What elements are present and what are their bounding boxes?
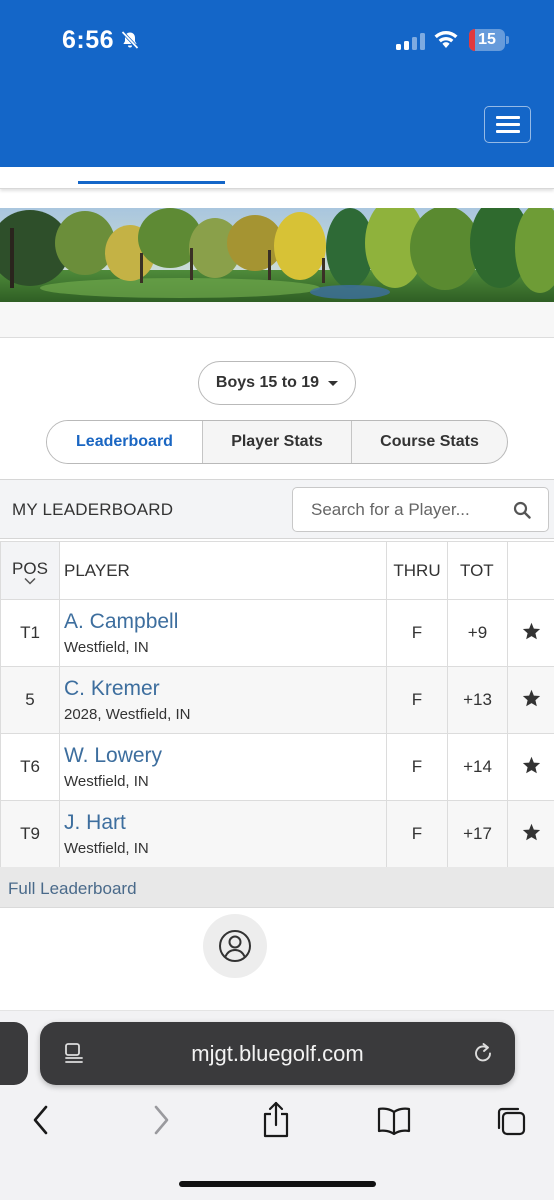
division-select[interactable]: Boys 15 to 19	[198, 361, 356, 405]
table-row[interactable]: T6 W. Lowery Westfield, IN F +14	[0, 733, 554, 801]
chevron-down-icon	[24, 577, 36, 585]
cell-player: C. Kremer 2028, Westfield, IN	[59, 666, 387, 734]
tab-player-stats[interactable]: Player Stats	[202, 421, 351, 463]
address-bar[interactable]: mjgt.bluegolf.com	[40, 1022, 515, 1085]
home-indicator	[179, 1181, 376, 1187]
player-name-link[interactable]: J. Hart	[64, 811, 386, 835]
cell-player: W. Lowery Westfield, IN	[59, 733, 387, 801]
column-header-player: PLAYER	[59, 541, 387, 600]
bookmarks-icon[interactable]	[376, 1106, 412, 1136]
battery-icon: 15	[469, 29, 505, 51]
division-select-label: Boys 15 to 19	[215, 374, 320, 391]
tab-overview-icon[interactable]	[494, 1104, 528, 1138]
player-location: Westfield, IN	[64, 639, 149, 656]
banner-footer-strip	[0, 302, 554, 338]
cell-total: +9	[447, 599, 508, 667]
status-time: 6:56	[62, 26, 115, 54]
bell-slash-icon	[121, 30, 139, 50]
cell-thru: F	[386, 666, 448, 734]
cell-position: 5	[0, 666, 60, 734]
cell-favorite	[507, 599, 554, 667]
reload-icon[interactable]	[471, 1041, 495, 1065]
sub-nav-active-indicator	[78, 181, 225, 184]
table-row[interactable]: T9 J. Hart Westfield, IN F +17	[0, 800, 554, 868]
player-search	[292, 487, 549, 532]
player-name-link[interactable]: A. Campbell	[64, 610, 386, 634]
cell-position: T9	[0, 800, 60, 868]
my-leaderboard-title: MY LEADERBOARD	[12, 500, 174, 519]
my-leaderboard-header: MY LEADERBOARD	[0, 479, 554, 539]
player-location: 2028, Westfield, IN	[64, 706, 191, 723]
share-icon[interactable]	[260, 1100, 292, 1140]
star-icon[interactable]	[522, 689, 541, 707]
column-header-pos-label: POS	[12, 558, 48, 578]
hamburger-menu-icon[interactable]	[484, 106, 531, 143]
cell-thru: F	[386, 599, 448, 667]
leaderboard-table: POS PLAYER THRU TOT T1 A. Campbell Westf…	[0, 541, 554, 868]
cell-total: +14	[447, 733, 508, 801]
cell-favorite	[507, 733, 554, 801]
column-header-thru: THRU	[386, 541, 448, 600]
player-location: Westfield, IN	[64, 773, 149, 790]
forward-icon[interactable]	[150, 1102, 172, 1138]
cell-position: T6	[0, 733, 60, 801]
sub-navigation	[0, 167, 554, 189]
cell-player: A. Campbell Westfield, IN	[59, 599, 387, 667]
table-row[interactable]: T1 A. Campbell Westfield, IN F +9	[0, 599, 554, 667]
cell-favorite	[507, 666, 554, 734]
caret-down-icon	[328, 380, 339, 386]
course-banner-image	[0, 208, 554, 302]
tab-leaderboard[interactable]: Leaderboard	[47, 421, 202, 463]
search-icon[interactable]	[513, 501, 531, 519]
player-name-link[interactable]: W. Lowery	[64, 744, 386, 768]
column-header-tot: TOT	[447, 541, 508, 600]
column-header-favorite	[507, 541, 554, 600]
battery-level: 15	[478, 31, 496, 48]
star-icon[interactable]	[522, 756, 541, 774]
cell-favorite	[507, 800, 554, 868]
wifi-icon	[434, 31, 458, 48]
table-row[interactable]: 5 C. Kremer 2028, Westfield, IN F +13	[0, 666, 554, 734]
full-leaderboard-link[interactable]: Full Leaderboard	[0, 867, 554, 908]
battery-cap	[506, 36, 509, 44]
cell-player: J. Hart Westfield, IN	[59, 800, 387, 868]
table-header-row: POS PLAYER THRU TOT	[0, 541, 554, 600]
view-tabs: Leaderboard Player Stats Course Stats	[46, 420, 508, 464]
url-text: mjgt.bluegolf.com	[191, 1041, 364, 1066]
cell-total: +17	[447, 800, 508, 868]
previous-tab-preview[interactable]	[0, 1022, 28, 1085]
star-icon[interactable]	[522, 823, 541, 841]
profile-button[interactable]	[203, 914, 267, 978]
player-search-input[interactable]	[294, 489, 494, 530]
cellular-signal-icon	[396, 32, 426, 50]
cell-total: +13	[447, 666, 508, 734]
player-name-link[interactable]: C. Kremer	[64, 677, 386, 701]
user-icon	[219, 930, 251, 962]
back-icon[interactable]	[30, 1102, 52, 1138]
tab-course-stats[interactable]: Course Stats	[351, 421, 507, 463]
cell-thru: F	[386, 733, 448, 801]
column-header-pos[interactable]: POS	[0, 541, 60, 600]
player-location: Westfield, IN	[64, 840, 149, 857]
cell-position: T1	[0, 599, 60, 667]
cell-thru: F	[386, 800, 448, 868]
star-icon[interactable]	[522, 622, 541, 640]
